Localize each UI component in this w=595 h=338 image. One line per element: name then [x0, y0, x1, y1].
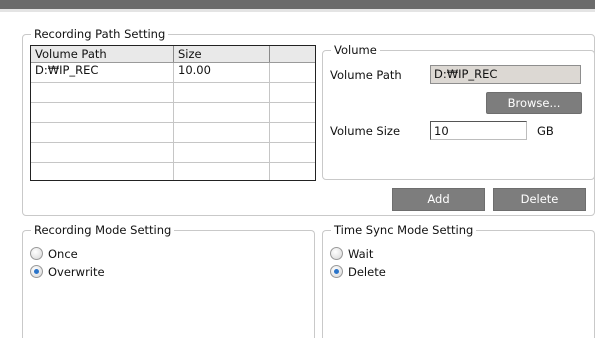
cell-extra: [270, 163, 315, 180]
time-sync-title: Time Sync Mode Setting: [331, 223, 477, 237]
cell-volume-path: [31, 103, 174, 122]
radio-overwrite-button[interactable]: [30, 265, 43, 278]
cell-extra: [270, 83, 315, 102]
radio-selected-dot: [334, 269, 339, 274]
table-row[interactable]: [31, 103, 315, 123]
volume-size-label: Volume Size: [330, 124, 401, 138]
cell-volume-path: [31, 163, 174, 180]
cell-volume-path: [31, 83, 174, 102]
cell-size: 10.00: [174, 63, 270, 82]
volume-path-label: Volume Path: [330, 68, 402, 82]
cell-volume-path: [31, 123, 174, 142]
table-row[interactable]: D:₩IP_REC 10.00: [31, 63, 315, 83]
cell-size: [174, 103, 270, 122]
volume-size-input[interactable]: [430, 121, 527, 140]
recording-mode-title: Recording Mode Setting: [31, 223, 175, 237]
column-header-size[interactable]: Size: [174, 46, 270, 62]
radio-overwrite-label: Overwrite: [48, 265, 105, 279]
cell-volume-path: D:₩IP_REC: [31, 63, 174, 82]
volume-path-field: D:₩IP_REC: [430, 65, 581, 84]
radio-wait-button[interactable]: [330, 247, 343, 260]
volume-title: Volume: [331, 43, 380, 57]
cell-extra: [270, 63, 315, 82]
recording-path-title: Recording Path Setting: [31, 27, 169, 41]
radio-delete-label: Delete: [348, 265, 386, 279]
top-separator: [0, 9, 595, 12]
radio-once-label: Once: [48, 247, 78, 261]
table-row[interactable]: [31, 163, 315, 180]
cell-extra: [270, 143, 315, 162]
cell-size: [174, 163, 270, 180]
column-header-extra[interactable]: [270, 46, 315, 62]
add-button[interactable]: Add: [392, 188, 485, 211]
table-header: Volume Path Size: [31, 46, 315, 63]
delete-button[interactable]: Delete: [493, 188, 586, 211]
cell-extra: [270, 103, 315, 122]
radio-wait-label: Wait: [348, 247, 374, 261]
cell-extra: [270, 123, 315, 142]
volume-size-unit: GB: [537, 124, 554, 138]
volume-table[interactable]: Volume Path Size D:₩IP_REC 10.00: [30, 45, 316, 181]
table-row[interactable]: [31, 83, 315, 103]
browse-button[interactable]: Browse...: [486, 92, 582, 114]
radio-selected-dot: [34, 269, 39, 274]
cell-size: [174, 123, 270, 142]
radio-delete-button[interactable]: [330, 265, 343, 278]
cell-size: [174, 143, 270, 162]
column-header-volume-path[interactable]: Volume Path: [31, 46, 174, 62]
radio-once-button[interactable]: [30, 247, 43, 260]
cell-volume-path: [31, 143, 174, 162]
table-row[interactable]: [31, 143, 315, 163]
cell-size: [174, 83, 270, 102]
table-row[interactable]: [31, 123, 315, 143]
window-top-bar: [0, 0, 595, 9]
